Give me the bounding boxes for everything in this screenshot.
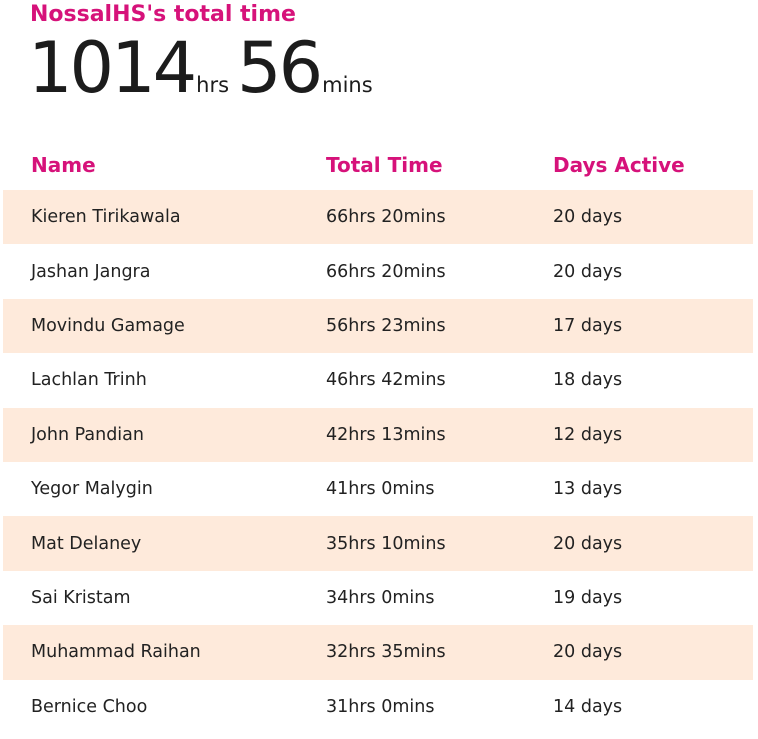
row-total-time: 46hrs 42mins (326, 370, 446, 391)
row-name: Mat Delaney (31, 533, 142, 554)
table-row: John Pandian 42hrs 13mins 12 days (3, 407, 753, 462)
table-row: Mat Delaney 35hrs 10mins 20 days (3, 516, 753, 571)
row-days-active: 20 days (553, 207, 623, 228)
row-total-time: 35hrs 10mins (326, 533, 446, 554)
table-row: Sai Kristam 34hrs 0mins 19 days (3, 571, 753, 625)
row-name: Movindu Gamage (31, 315, 185, 336)
row-total-time: 66hrs 20mins (326, 207, 446, 228)
row-name: John Pandian (31, 424, 144, 445)
total-time-display: 1014hrs 56mins (28, 28, 373, 108)
row-days-active: 12 days (553, 424, 623, 445)
table-row: Lachlan Trinh 46hrs 42mins 18 days (3, 353, 753, 407)
leaderboard-table: Name Total Time Days Active Kieren Tirik… (3, 140, 753, 734)
row-name: Jashan Jangra (31, 261, 151, 282)
header-name: Name (31, 153, 96, 177)
header-days-active: Days Active (553, 153, 685, 177)
table-header-row: Name Total Time Days Active (3, 140, 753, 190)
row-total-time: 31hrs 0mins (326, 696, 435, 717)
table-row: Jashan Jangra 66hrs 20mins 20 days (3, 244, 753, 298)
row-name: Kieren Tirikawala (31, 207, 181, 228)
total-hours-unit: hrs (196, 73, 230, 97)
row-total-time: 66hrs 20mins (326, 261, 446, 282)
row-name: Muhammad Raihan (31, 642, 201, 663)
row-name: Bernice Choo (31, 696, 148, 717)
table-row: Muhammad Raihan 32hrs 35mins 20 days (3, 625, 753, 680)
total-minutes-unit: mins (322, 73, 373, 97)
row-total-time: 34hrs 0mins (326, 587, 435, 608)
total-minutes-value: 56 (237, 27, 323, 109)
summary-title: NossalHS's total time (30, 2, 296, 27)
header-total-time: Total Time (326, 153, 443, 177)
row-days-active: 18 days (553, 370, 623, 391)
row-days-active: 20 days (553, 642, 623, 663)
row-days-active: 19 days (553, 587, 623, 608)
row-days-active: 14 days (553, 696, 623, 717)
table-row: Yegor Malygin 41hrs 0mins 13 days (3, 462, 753, 516)
table-row: Kieren Tirikawala 66hrs 20mins 20 days (3, 190, 753, 245)
row-total-time: 56hrs 23mins (326, 315, 446, 336)
row-name: Sai Kristam (31, 587, 131, 608)
row-total-time: 32hrs 35mins (326, 642, 446, 663)
table-row: Bernice Choo 31hrs 0mins 14 days (3, 680, 753, 734)
row-days-active: 17 days (553, 315, 623, 336)
row-total-time: 41hrs 0mins (326, 479, 435, 500)
row-days-active: 20 days (553, 261, 623, 282)
row-total-time: 42hrs 13mins (326, 424, 446, 445)
table-row: Movindu Gamage 56hrs 23mins 17 days (3, 298, 753, 354)
row-days-active: 13 days (553, 479, 623, 500)
row-days-active: 20 days (553, 533, 623, 554)
row-name: Yegor Malygin (31, 479, 153, 500)
row-name: Lachlan Trinh (31, 370, 147, 391)
total-hours-value: 1014 (28, 27, 197, 109)
